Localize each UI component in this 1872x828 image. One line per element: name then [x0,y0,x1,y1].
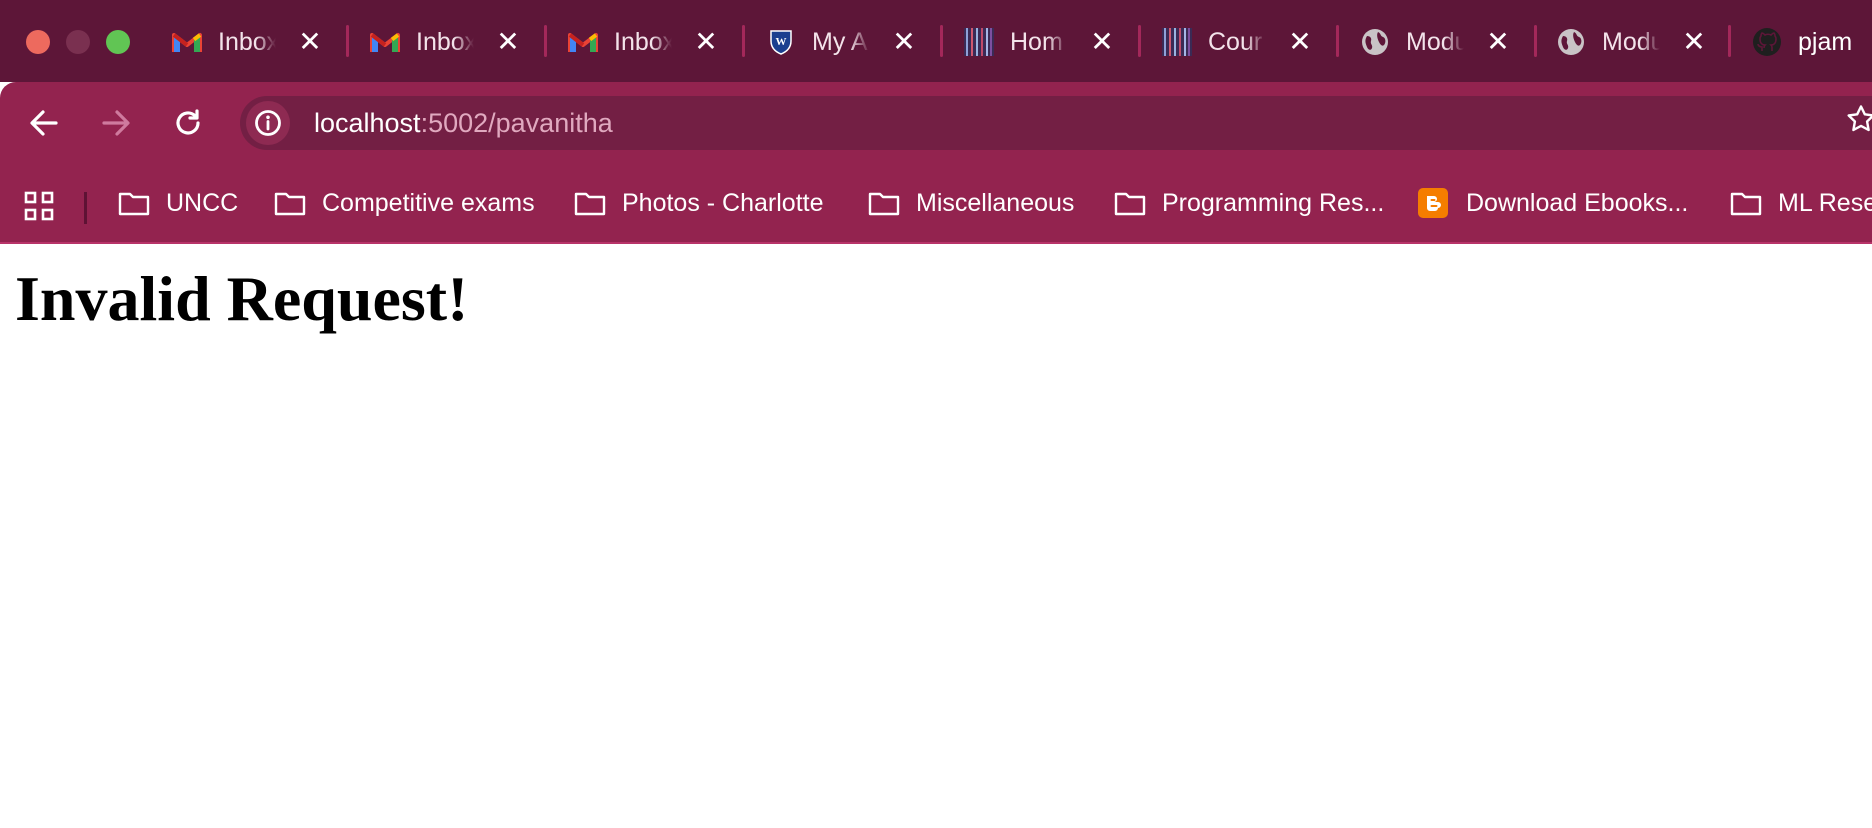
browser-tab[interactable]: Modu ✕ [1548,20,1726,64]
globe-icon [1360,27,1390,57]
window-minimize-button[interactable] [66,30,90,54]
tab-title: Modu [1602,27,1660,56]
bookmarks-separator [84,192,87,224]
bookmark-star-icon[interactable] [1846,104,1872,139]
bookmark-item[interactable]: Competitive exams [274,183,535,223]
browser-tab[interactable]: Hom ✕ [956,20,1134,64]
striped-thumbnail-icon [964,27,994,57]
arrow-right-icon [102,110,130,136]
bookmark-item[interactable]: Photos - Charlotte [574,183,824,223]
tab-separator [1728,25,1731,57]
github-icon [1752,27,1782,57]
tab-separator [1336,25,1339,57]
bookmark-label: Download Ebooks... [1466,188,1689,217]
window-maximize-button[interactable] [106,30,130,54]
gmail-icon [568,27,598,57]
tab-close-icon[interactable]: ✕ [890,28,918,56]
back-button[interactable] [24,103,64,143]
bookmarks-bar: UNCC Competitive exams Photos - Charlott… [0,164,1872,244]
tab-close-icon[interactable]: ✕ [1680,28,1708,56]
tab-title: pjam [1798,27,1853,56]
tab-title: Inbox [218,27,276,56]
browser-tab[interactable]: Inbox ✕ [362,20,540,64]
bookmark-item[interactable]: ML Rese [1730,183,1872,223]
browser-tab[interactable]: Inbox ✕ [560,20,738,64]
tab-close-icon[interactable]: ✕ [1484,28,1512,56]
info-icon [255,110,281,136]
page-heading: Invalid Request! [15,263,469,334]
bookmark-label: ML Rese [1778,188,1872,217]
url-host: localhost [314,108,421,138]
url-path: :5002/pavanitha [420,108,613,138]
blogger-icon [1418,188,1450,218]
browser-tab[interactable]: Inbox ✕ [164,20,342,64]
folder-icon [868,189,900,217]
browser-tab[interactable]: Modu ✕ [1352,20,1530,64]
tab-title: Cour [1208,27,1263,56]
bookmark-item[interactable]: Download Ebooks... [1418,183,1688,223]
bookmark-label: UNCC [166,188,239,217]
gmail-icon [370,27,400,57]
folder-icon [1730,189,1762,217]
bookmark-label: Photos - Charlotte [622,188,824,217]
tab-separator [940,25,943,57]
bookmark-item[interactable]: Miscellaneous [868,183,1074,223]
tab-separator [1138,25,1141,57]
tab-close-icon[interactable]: ✕ [1088,28,1116,56]
browser-tab[interactable]: pjam [1744,20,1872,64]
tab-close-icon[interactable]: ✕ [296,28,324,56]
folder-icon [1114,189,1146,217]
bookmark-label: Miscellaneous [916,188,1075,217]
bookmark-label: Competitive exams [322,188,535,217]
gmail-icon [172,27,202,57]
tab-title: Modu [1406,27,1464,56]
tab-strip: Inbox ✕ Inbox ✕ Inbox ✕ W My A ✕ Hom ✕ C… [0,0,1872,82]
tab-separator [346,25,349,57]
browser-toolbar: localhost:5002/pavanitha [0,82,1872,164]
bookmark-label: Programming Res... [1162,188,1385,217]
tab-separator [742,25,745,57]
forward-button[interactable] [96,103,136,143]
bookmark-item[interactable]: Programming Res... [1114,183,1384,223]
tab-close-icon[interactable]: ✕ [692,28,720,56]
arrow-left-icon [30,110,58,136]
tab-close-icon[interactable]: ✕ [494,28,522,56]
striped-thumbnail-icon [1162,27,1192,57]
apps-grid-icon[interactable] [24,191,54,226]
reload-icon [176,109,200,135]
site-info-button[interactable] [246,101,290,145]
url-text[interactable]: localhost:5002/pavanitha [314,108,613,138]
page-content: Invalid Request! [0,244,1872,828]
tab-title: Inbox [416,27,474,56]
address-bar[interactable]: localhost:5002/pavanitha [240,96,1872,150]
folder-icon [574,189,606,217]
tab-close-icon[interactable]: ✕ [1286,28,1314,56]
tab-title: My A [812,27,868,56]
svg-text:W: W [776,36,787,48]
tab-separator [544,25,547,57]
tab-title: Inbox [614,27,672,56]
bookmark-item[interactable]: UNCC [118,183,238,223]
browser-tab[interactable]: W My A ✕ [758,20,936,64]
shield-crest-icon: W [766,27,796,57]
tab-separator [1534,25,1537,57]
browser-tab[interactable]: Cour ✕ [1154,20,1332,64]
folder-icon [274,189,306,217]
tab-title: Hom [1010,27,1063,56]
reload-button[interactable] [168,103,208,143]
globe-icon [1556,27,1586,57]
folder-icon [118,189,150,217]
window-close-button[interactable] [26,30,50,54]
